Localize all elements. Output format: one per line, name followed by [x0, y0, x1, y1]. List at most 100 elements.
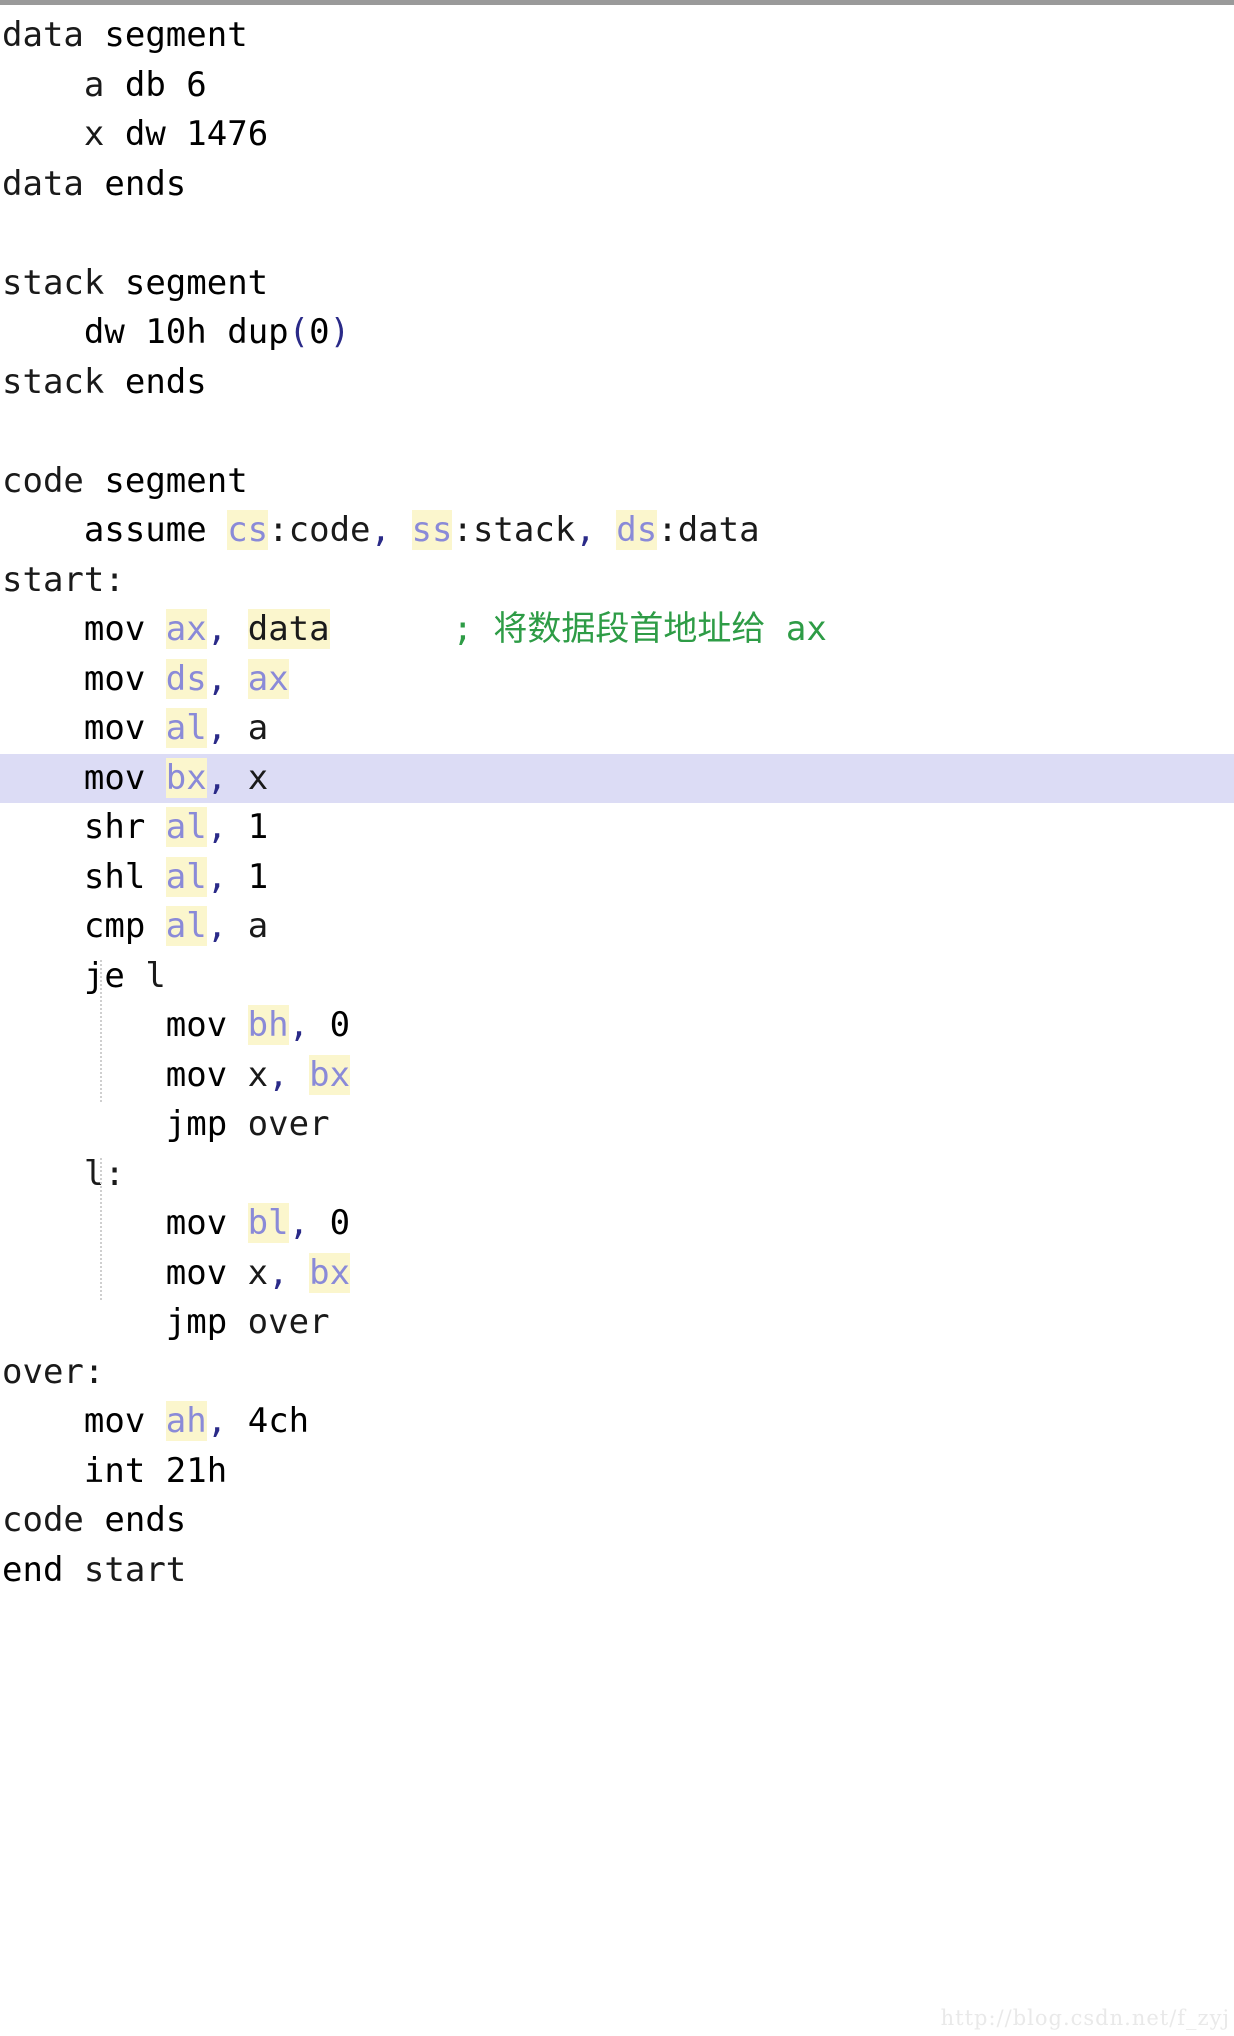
token-reg: ss — [411, 510, 453, 550]
token-plain: l: — [83, 1153, 125, 1194]
code-line[interactable]: mov ah, 4ch — [0, 1397, 1234, 1447]
token-ident-hl: data — [247, 609, 330, 649]
token-directive: segment — [104, 15, 248, 55]
token-plain: : — [657, 510, 678, 550]
code-line[interactable]: x dw 1476 — [0, 110, 1234, 160]
token-reg: ds — [165, 658, 207, 699]
code-line[interactable]: cmp al, a — [0, 902, 1234, 952]
token-punct: , — [206, 757, 228, 798]
token-directive: dw — [83, 312, 125, 352]
code-content[interactable]: data segment a db 6 x dw 1476 data ends s… — [0, 5, 1234, 1595]
token-keyword: cmp — [83, 906, 146, 946]
code-line[interactable]: code ends — [0, 1496, 1234, 1546]
token-punct: , — [288, 1005, 310, 1045]
token-directive: db — [124, 64, 166, 105]
code-line[interactable]: mov ax, data ; 将数据段首地址给 ax — [0, 605, 1234, 655]
code-line[interactable]: mov ds, ax — [0, 655, 1234, 705]
code-line[interactable]: mov x, bx — [0, 1249, 1234, 1299]
token-number: 0 — [329, 1005, 351, 1045]
code-line[interactable]: stack ends — [0, 358, 1234, 408]
token-punct: , — [370, 510, 392, 550]
code-line[interactable]: mov bl, 0 — [0, 1199, 1234, 1249]
token-plain: a — [247, 906, 269, 946]
token-reg: al — [165, 906, 207, 946]
token-punct: , — [268, 1252, 289, 1293]
code-line[interactable]: over: — [0, 1348, 1234, 1398]
code-line[interactable]: a db 6 — [0, 61, 1234, 111]
code-line[interactable]: data segment — [0, 11, 1234, 61]
code-line[interactable]: shr al, 1 — [0, 803, 1234, 853]
code-line[interactable]: mov al, a — [0, 704, 1234, 754]
code-line[interactable]: mov bh, 0 — [0, 1001, 1234, 1051]
token-reg: bx — [309, 1054, 351, 1095]
token-punct: , — [206, 658, 228, 699]
token-keyword: mov — [83, 1401, 146, 1441]
code-line[interactable]: je l — [0, 952, 1234, 1002]
token-directive: ends — [124, 361, 207, 402]
token-directive: dw — [124, 114, 166, 154]
code-line[interactable]: code segment — [0, 457, 1234, 507]
code-line[interactable]: jmp over — [0, 1100, 1234, 1150]
token-directive: segment — [124, 262, 269, 303]
code-line[interactable]: shl al, 1 — [0, 853, 1234, 903]
code-line[interactable]: assume cs:code, ss:stack, ds:data — [0, 506, 1234, 556]
token-reg: al — [165, 708, 207, 748]
token-reg: bh — [247, 1005, 289, 1045]
code-editor-pane[interactable]: data segment a db 6 x dw 1476 data ends s… — [0, 0, 1234, 2036]
code-line[interactable]: mov x, bx — [0, 1051, 1234, 1101]
token-directive: ends — [104, 1500, 187, 1540]
token-directive: ends — [104, 163, 187, 204]
code-line[interactable]: dw 10h dup(0) — [0, 308, 1234, 358]
code-line-blank[interactable] — [0, 407, 1234, 457]
token-plain: l — [145, 955, 166, 996]
token-plain: stack — [2, 262, 105, 303]
code-line[interactable]: stack segment — [0, 259, 1234, 309]
code-line[interactable]: start: — [0, 556, 1234, 606]
code-line[interactable]: jmp over — [0, 1298, 1234, 1348]
token-plain: data — [2, 163, 84, 204]
token-plain: x — [83, 114, 105, 154]
token-reg: al — [165, 807, 207, 847]
code-line[interactable]: int 21h — [0, 1447, 1234, 1497]
token-plain: code — [2, 1500, 84, 1540]
token-reg: ax — [247, 658, 289, 699]
code-line[interactable]: data ends — [0, 160, 1234, 210]
code-line-blank[interactable] — [0, 209, 1234, 259]
token-punct: , — [288, 1203, 310, 1243]
code-line[interactable]: end start — [0, 1546, 1234, 1596]
token-reg: ax — [165, 609, 207, 649]
token-number: 0 — [329, 1203, 351, 1243]
token-number: 6 — [186, 64, 207, 105]
code-line[interactable]: mov bx, x — [0, 753, 1234, 803]
code-line[interactable]: l: — [0, 1150, 1234, 1200]
